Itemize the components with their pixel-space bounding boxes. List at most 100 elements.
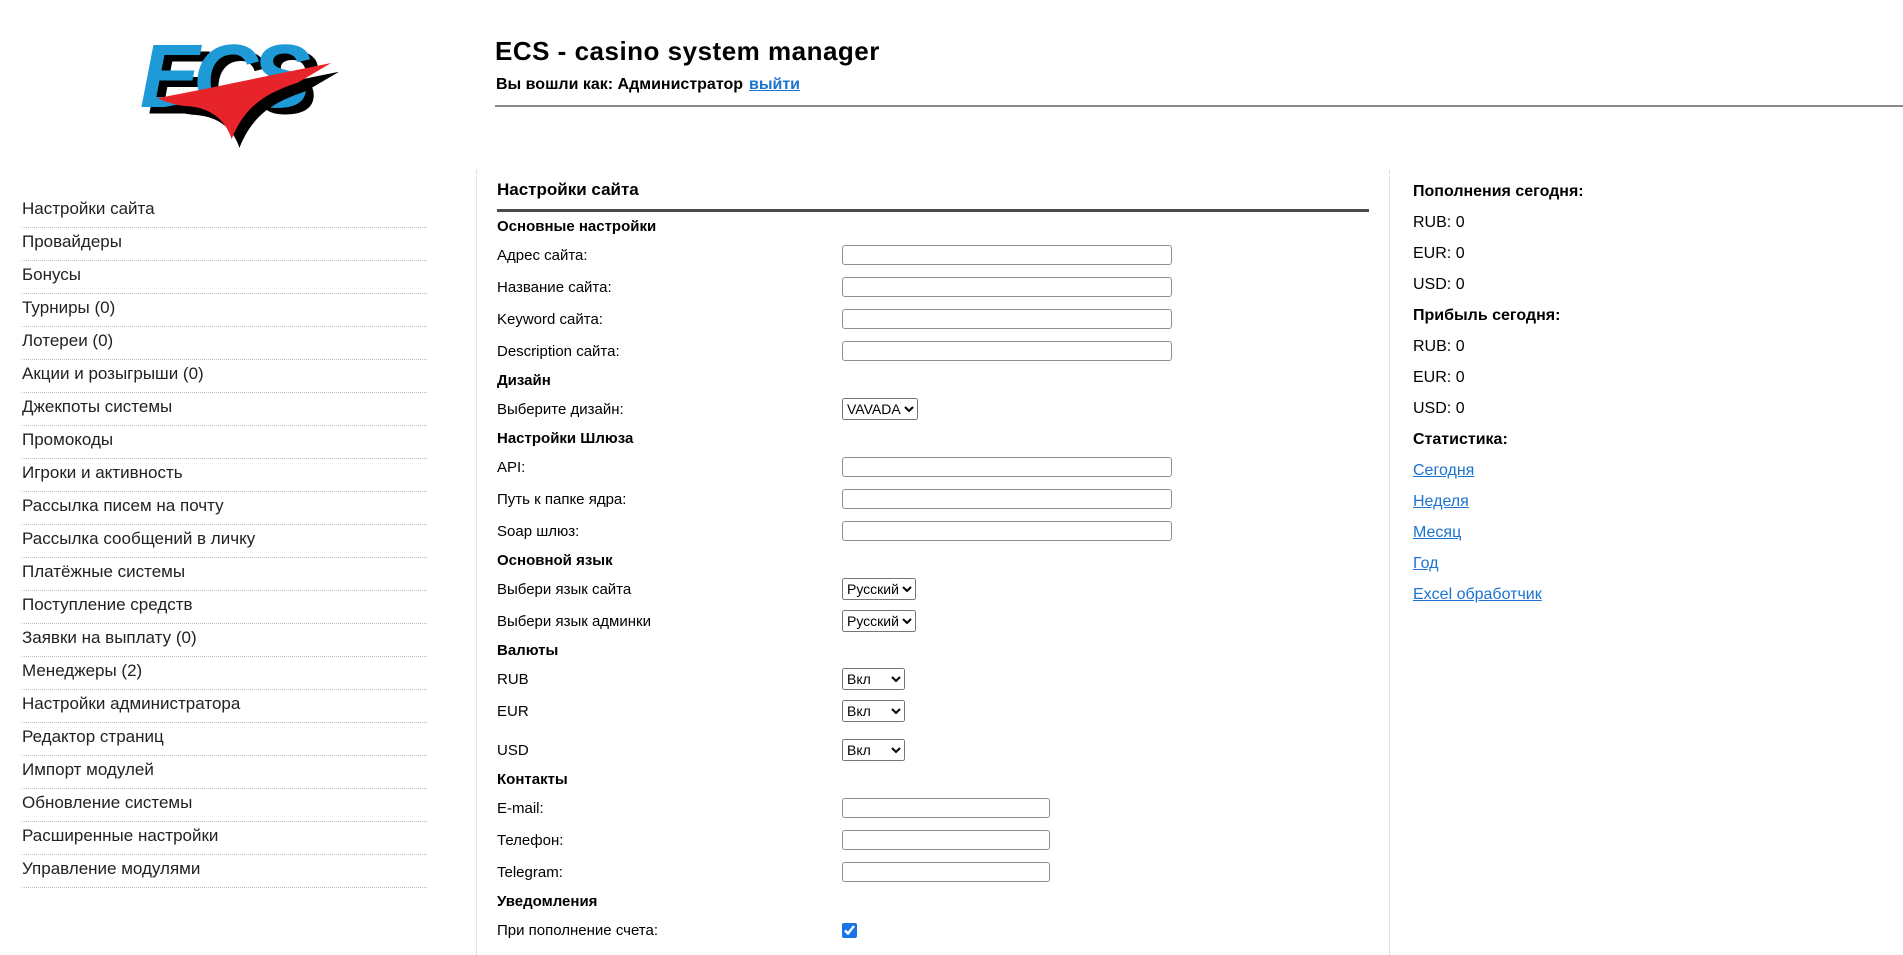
stats-link-2[interactable]: Неделя <box>1413 492 1743 511</box>
sidebar-item-18[interactable]: Импорт модулей <box>22 756 427 789</box>
sidebar-item-label: Обновление системы <box>22 793 193 812</box>
sidebar-item-13[interactable]: Поступление средств <box>22 591 427 624</box>
site-address-input[interactable] <box>842 245 1172 265</box>
stats-row-label: EUR: <box>1413 369 1452 386</box>
title-divider <box>497 209 1369 212</box>
site-settings-form: Основные настройки Адрес сайта: Название… <box>497 218 1389 941</box>
field-label: Телефон: <box>497 831 564 849</box>
field-label: Название сайта: <box>497 278 612 296</box>
stats-link-1[interactable]: Сегодня <box>1413 461 1743 480</box>
section-heading-label: Основные настройки <box>497 218 657 235</box>
stats-group-title: Статистика: <box>1413 430 1743 449</box>
form-row: Путь к папке ядра: <box>497 488 1389 510</box>
site-language-select[interactable]: Русский <box>842 578 916 600</box>
telegram-input[interactable] <box>842 862 1050 882</box>
stats-panel: Пополнения сегодня: RUB: 0 EUR: 0 USD: 0 При… <box>1413 182 1743 616</box>
sidebar-item-12[interactable]: Платёжные системы <box>22 558 427 591</box>
field-label: Soap шлюз: <box>497 522 580 540</box>
stats-row-value: 0 <box>1455 369 1465 386</box>
sidebar-item-label: Промокоды <box>22 430 114 449</box>
sidebar-item-14[interactable]: Заявки на выплату (0) <box>22 624 427 657</box>
field-label: Telegram: <box>497 863 563 881</box>
stats-row-value: 0 <box>1455 338 1465 355</box>
field-label: E-mail: <box>497 799 544 817</box>
sidebar-item-label: Поступление средств <box>22 595 193 614</box>
stats-row-value: 0 <box>1455 400 1465 417</box>
sidebar-item-label: Заявки на выплату (0) <box>22 628 197 647</box>
stats-row-value: 0 <box>1455 276 1465 293</box>
stats-link-4[interactable]: Год <box>1413 554 1743 573</box>
sidebar-item-label: Менеджеры (2) <box>22 661 143 680</box>
deposit-notification-checkbox[interactable] <box>842 922 857 938</box>
form-row: Description сайта: <box>497 340 1389 362</box>
sidebar-item-17[interactable]: Редактор страниц <box>22 723 427 756</box>
sidebar-item-label: Турниры (0) <box>22 298 116 317</box>
section-heading: Валюты <box>497 642 1389 660</box>
design-select[interactable]: VAVADA <box>842 398 918 420</box>
sidebar-list: Настройки сайта Провайдеры Бонусы Турниры (… <box>22 195 427 888</box>
section-heading: Настройки Шлюза <box>497 430 1389 448</box>
sidebar-item-5[interactable]: Лотереи (0) <box>22 327 427 360</box>
stats-group-title: Прибыль сегодня: <box>1413 306 1743 325</box>
field-label: RUB <box>497 670 529 688</box>
sidebar-item-19[interactable]: Обновление системы <box>22 789 427 822</box>
sidebar-item-15[interactable]: Менеджеры (2) <box>22 657 427 690</box>
stats-row-value: 0 <box>1455 214 1465 231</box>
section-heading: Уведомления <box>497 893 1389 911</box>
core-folder-path-input[interactable] <box>842 489 1172 509</box>
admin-language-select[interactable]: Русский <box>842 610 916 632</box>
sidebar-item-8[interactable]: Промокоды <box>22 426 427 459</box>
section-heading-label: Валюты <box>497 642 559 659</box>
field-label: USD <box>497 741 529 759</box>
login-status-text: Вы вошли как: Администратор <box>496 76 743 93</box>
form-row: API: <box>497 456 1389 478</box>
usd-status-select[interactable]: Вкл <box>842 739 905 761</box>
section-heading: Основной язык <box>497 552 1389 570</box>
section-heading-label: Дизайн <box>497 372 551 389</box>
field-label: Выбери язык админки <box>497 612 651 630</box>
field-label: Путь к папке ядра: <box>497 490 627 508</box>
form-row: Keyword сайта: <box>497 308 1389 330</box>
sidebar-item-label: Акции и розыгрыши (0) <box>22 364 204 383</box>
field-label: Keyword сайта: <box>497 310 603 328</box>
sidebar-item-label: Импорт модулей <box>22 760 154 779</box>
rub-status-select[interactable]: Вкл <box>842 668 905 690</box>
header-divider <box>495 105 1903 107</box>
field-label: Адрес сайта: <box>497 246 588 264</box>
stats-link-3[interactable]: Месяц <box>1413 523 1743 542</box>
field-label: API: <box>497 458 526 476</box>
sidebar-menu: Настройки сайта Провайдеры Бонусы Турниры (… <box>22 195 427 888</box>
sidebar-item-21[interactable]: Управление модулями <box>22 855 427 888</box>
ecs-logo: ECS ECS <box>136 12 341 154</box>
site-description-input[interactable] <box>842 341 1172 361</box>
sidebar-item-20[interactable]: Расширенные настройки <box>22 822 427 855</box>
sidebar-item-6[interactable]: Акции и розыгрыши (0) <box>22 360 427 393</box>
site-settings-panel: Настройки сайта Основные настройки Адрес… <box>476 170 1390 955</box>
site-name-input[interactable] <box>842 277 1172 297</box>
form-row: Telegram: <box>497 861 1389 883</box>
sidebar-item-7[interactable]: Джекпоты системы <box>22 393 427 426</box>
stats-link-5[interactable]: Excel обработчик <box>1413 585 1743 604</box>
sidebar-item-3[interactable]: Бонусы <box>22 261 427 294</box>
phone-input[interactable] <box>842 830 1050 850</box>
sidebar-item-16[interactable]: Настройки администратора <box>22 690 427 723</box>
sidebar-item-10[interactable]: Рассылка писем на почту <box>22 492 427 525</box>
sidebar-item-11[interactable]: Рассылка сообщений в личку <box>22 525 427 558</box>
sidebar-item-9[interactable]: Игроки и активность <box>22 459 427 492</box>
login-status-line: Вы вошли как: Администратор выйти <box>496 76 800 94</box>
form-row: Телефон: <box>497 829 1389 851</box>
sidebar-item-1[interactable]: Настройки сайта <box>22 195 427 228</box>
form-row: Выбери язык админки Русский <box>497 610 1389 632</box>
email-input[interactable] <box>842 798 1050 818</box>
soap-gateway-input[interactable] <box>842 521 1172 541</box>
api-input[interactable] <box>842 457 1172 477</box>
sidebar-item-2[interactable]: Провайдеры <box>22 228 427 261</box>
sidebar-item-4[interactable]: Турниры (0) <box>22 294 427 327</box>
stats-group-title-label: Пополнения сегодня: <box>1413 183 1584 200</box>
site-keyword-input[interactable] <box>842 309 1172 329</box>
form-row: E-mail: <box>497 797 1389 819</box>
stats-row: RUB: 0 <box>1413 337 1743 356</box>
field-label: При пополнение счета: <box>497 921 659 939</box>
logout-link[interactable]: выйти <box>749 76 800 93</box>
eur-status-select[interactable]: Вкл <box>842 700 905 722</box>
